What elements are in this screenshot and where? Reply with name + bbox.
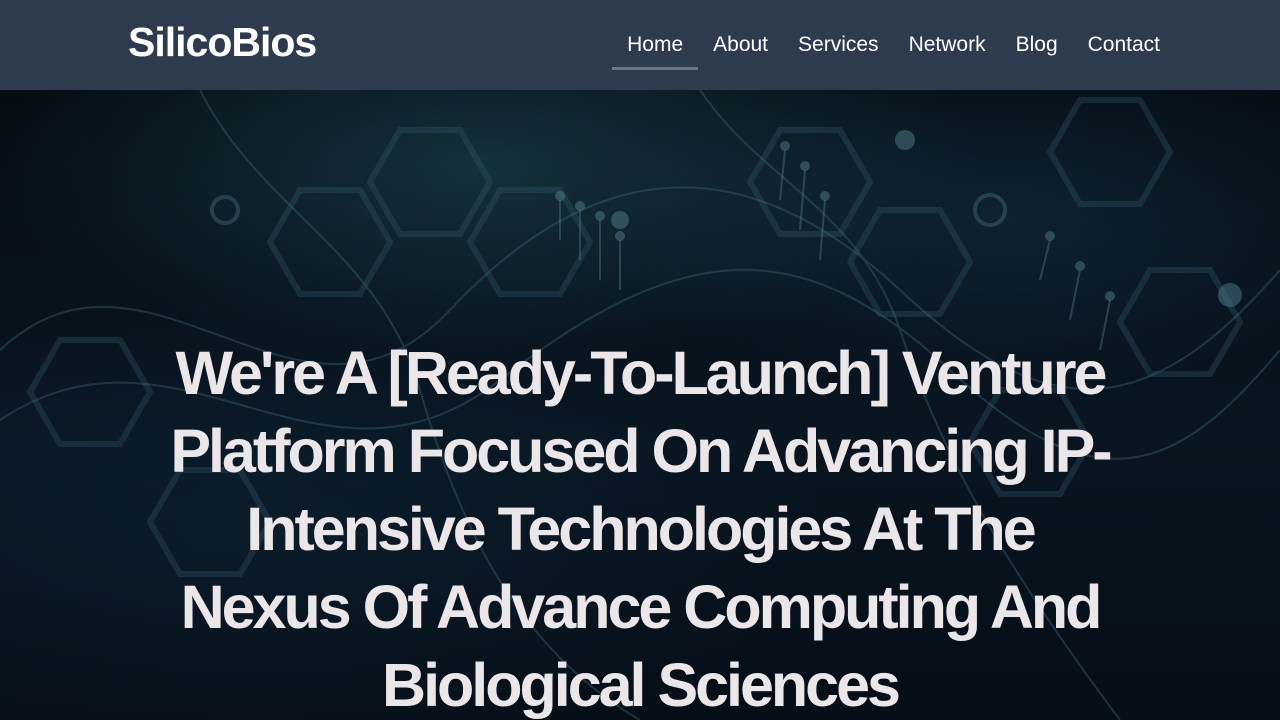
brand-logo[interactable]: SilicoBios bbox=[128, 16, 317, 68]
nav-services-link[interactable]: Services bbox=[783, 22, 894, 70]
nav-blog-link[interactable]: Blog bbox=[1001, 22, 1073, 70]
nav-about-link[interactable]: About bbox=[698, 22, 783, 70]
nav-home-link[interactable]: Home bbox=[612, 22, 699, 70]
hero-section: We're A [Ready-To-Launch] Venture Platfo… bbox=[0, 90, 1280, 720]
hero-headline: We're A [Ready-To-Launch] Venture Platfo… bbox=[170, 339, 1112, 719]
nav-contact-link[interactable]: Contact bbox=[1073, 22, 1175, 70]
nav-network-link[interactable]: Network bbox=[894, 22, 1001, 70]
navbar: SilicoBios Home About Services Network B… bbox=[0, 0, 1280, 90]
page: SilicoBios Home About Services Network B… bbox=[0, 0, 1280, 720]
main-nav: Home About Services Network Blog Contact bbox=[612, 22, 1175, 70]
